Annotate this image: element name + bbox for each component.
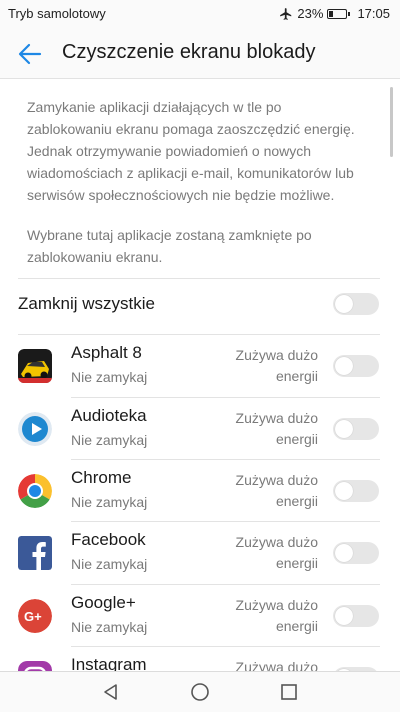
page-title: Czyszczenie ekranu blokady — [62, 41, 316, 63]
app-status: Nie zamykaj — [71, 369, 148, 385]
nav-home-button[interactable] — [190, 682, 210, 702]
toggle-knob — [335, 295, 353, 313]
battery-icon — [327, 8, 351, 19]
toggle-knob — [335, 544, 353, 562]
app-status: Nie zamykaj — [71, 556, 148, 572]
energy-label: Zużywa dużo energii — [216, 470, 318, 512]
app-status: Nie zamykaj — [71, 494, 148, 510]
app-name: Chrome — [71, 468, 132, 487]
app-bar: Czyszczenie ekranu blokady — [0, 28, 400, 79]
svg-text:G+: G+ — [24, 609, 42, 624]
app-status: Nie zamykaj — [71, 432, 148, 448]
asphalt-8-icon — [18, 349, 52, 383]
toggle-knob — [335, 357, 353, 375]
recents-square-icon — [281, 684, 297, 700]
toggle-knob — [335, 420, 353, 438]
facebook-icon — [18, 536, 52, 570]
arrow-left-icon — [18, 43, 42, 65]
close-all-label: Zamknij wszystkie — [18, 294, 155, 313]
app-toggle[interactable] — [333, 480, 379, 502]
energy-line-2: energii — [275, 368, 318, 384]
energy-line-2: energii — [275, 431, 318, 447]
status-bar: Tryb samolotowy 23% 17:05 — [0, 0, 400, 28]
settings-list[interactable]: Zamykanie aplikacji działających w tle p… — [0, 79, 400, 671]
chrome-icon — [18, 474, 52, 508]
app-name: Asphalt 8 — [71, 343, 142, 362]
battery-percent: 23% — [297, 6, 324, 21]
app-row-google-plus[interactable]: G+ Google+ Nie zamykaj Zużywa dużo energ… — [0, 585, 400, 647]
status-icons: 23% 17:05 — [279, 6, 390, 21]
app-row-asphalt-8[interactable]: Asphalt 8 Nie zamykaj Zużywa dużo energi… — [0, 335, 400, 397]
app-toggle[interactable] — [333, 418, 379, 440]
app-row-audioteka[interactable]: Audioteka Nie zamykaj Zużywa dużo energi… — [0, 398, 400, 460]
energy-line-1: Zużywa dużo — [235, 534, 318, 550]
toggle-knob — [335, 482, 353, 500]
instagram-icon — [18, 661, 52, 671]
app-row-facebook[interactable]: Facebook Nie zamykaj Zużywa dużo energii — [0, 522, 400, 584]
google-plus-icon: G+ — [18, 599, 52, 633]
navigation-bar — [0, 671, 400, 712]
energy-label: Zużywa dużo energii — [216, 408, 318, 450]
description-paragraph-1: Zamykanie aplikacji działających w tle p… — [27, 99, 355, 203]
close-all-toggle[interactable] — [333, 293, 379, 315]
back-triangle-icon — [104, 684, 117, 700]
nav-back-button[interactable] — [101, 682, 121, 702]
app-name: Audioteka — [71, 406, 147, 425]
energy-label: Zużywa dużo energii — [216, 595, 318, 637]
app-name: Google+ — [71, 593, 136, 612]
close-all-row[interactable]: Zamknij wszystkie — [0, 276, 400, 334]
app-status: Nie zamykaj — [71, 619, 148, 635]
energy-line-2: energii — [275, 493, 318, 509]
energy-line-1: Zużywa dużo — [235, 347, 318, 363]
energy-label: Zużywa dużo — [216, 657, 318, 671]
app-row-chrome[interactable]: Chrome Nie zamykaj Zużywa dużo energii — [0, 460, 400, 522]
energy-line-1: Zużywa dużo — [235, 597, 318, 613]
scrollbar[interactable] — [390, 87, 393, 157]
energy-line-2: energii — [275, 555, 318, 571]
energy-label: Zużywa dużo energii — [216, 345, 318, 387]
app-row-instagram[interactable]: Instagram Zużywa dużo — [0, 647, 400, 671]
energy-line-1: Zużywa dużo — [235, 410, 318, 426]
home-circle-icon — [191, 683, 209, 701]
app-toggle[interactable] — [333, 355, 379, 377]
back-button[interactable] — [16, 40, 44, 68]
app-toggle[interactable] — [333, 605, 379, 627]
app-name: Facebook — [71, 530, 146, 549]
airplane-mode-text: Tryb samolotowy — [8, 6, 106, 21]
airplane-icon — [280, 7, 292, 20]
nav-recents-button[interactable] — [279, 682, 299, 702]
energy-line-2: energii — [275, 618, 318, 634]
app-name: Instagram — [71, 655, 147, 671]
description-paragraph-2: Wybrane tutaj aplikacje zostaną zamknięt… — [27, 227, 312, 265]
toggle-knob — [335, 607, 353, 625]
energy-label: Zużywa dużo energii — [216, 532, 318, 574]
audioteka-icon — [18, 412, 52, 446]
app-toggle[interactable] — [333, 542, 379, 564]
energy-line-1: Zużywa dużo — [235, 472, 318, 488]
clock: 17:05 — [357, 6, 390, 21]
energy-line-1: Zużywa dużo — [235, 659, 318, 671]
